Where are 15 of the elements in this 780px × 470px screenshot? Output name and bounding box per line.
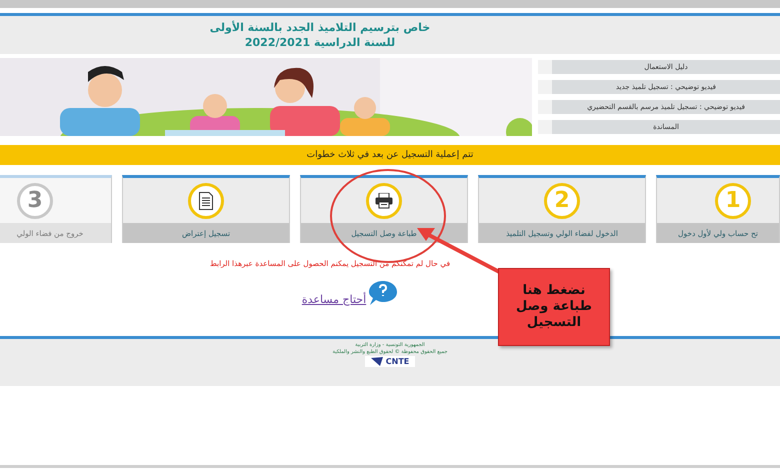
document-icon xyxy=(199,192,213,210)
logo: CNTE xyxy=(364,356,416,367)
step-number: 2 xyxy=(544,182,580,218)
step-number: 1 xyxy=(715,182,751,218)
logo-icon xyxy=(370,357,383,366)
page-title: خاص بترسيم التلاميذ الجدد بالسنة الأولى xyxy=(210,21,430,34)
printer-icon xyxy=(375,192,393,208)
callout-text: التسجيل xyxy=(526,315,582,332)
callout-text: نضغط هنا xyxy=(522,282,586,299)
step-number: 3 xyxy=(17,182,53,218)
notice-banner: تتم إعملية التسجيل عن بعد في ثلاث خطوات xyxy=(0,145,780,165)
page-subtitle: للسنة الدراسية 2022/2021 xyxy=(244,36,396,49)
speech-bubble-icon xyxy=(368,280,398,306)
callout-text: طباعة وصل xyxy=(516,298,592,316)
help-link[interactable]: أحتاج مساعدة xyxy=(302,293,366,306)
